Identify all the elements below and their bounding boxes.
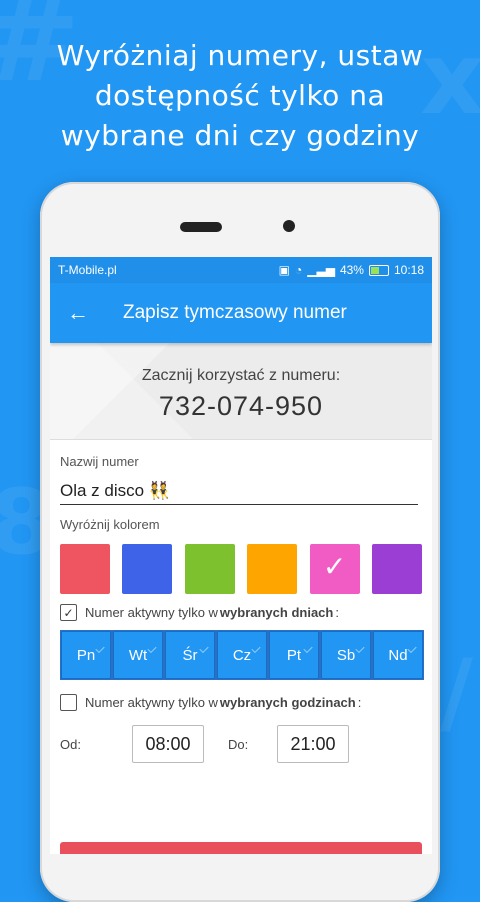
nfc-icon: ▣ [278, 263, 290, 277]
color-swatch-4[interactable] [247, 544, 298, 594]
color-picker [60, 544, 422, 594]
wifi-icon: ◔ [295, 263, 303, 277]
promo-headline: Wyróżniaj numery, ustaw dostępność tylko… [0, 36, 480, 156]
day-toggle-4[interactable]: Cz [217, 631, 267, 679]
color-swatch-3[interactable] [184, 544, 235, 594]
day-toggle-2[interactable]: Wt [113, 631, 163, 679]
to-time-input[interactable]: 21:00 [277, 725, 349, 763]
battery-percent: 43% [339, 263, 364, 277]
day-toggle-3[interactable]: Śr [165, 631, 215, 679]
days-checkbox-suffix: : [335, 605, 339, 620]
color-swatch-5[interactable] [309, 544, 360, 594]
color-swatch-6[interactable] [371, 544, 422, 594]
days-checkbox-text: Numer aktywny tylko w [85, 605, 218, 620]
arrow-left-icon[interactable]: ← [50, 300, 106, 326]
app-screen: T-Mobile.pl ▣ ◔ ▁▃▅ 43% 10:18 ← Zapisz t… [50, 257, 432, 854]
save-button[interactable] [60, 842, 422, 854]
days-checkbox-row[interactable]: ✓ Numer aktywny tylko w wybranych dniach… [60, 604, 418, 621]
app-bar: ← Zapisz tymczasowy numer [50, 283, 432, 343]
phone-number: 732-074-950 [158, 391, 324, 421]
phone-camera [283, 220, 295, 232]
hours-checkbox[interactable] [60, 694, 77, 711]
name-input[interactable]: Ola z disco 👯 [60, 481, 418, 505]
day-toggle-6[interactable]: Sb [321, 631, 371, 679]
hours-checkbox-text: Numer aktywny tylko w [85, 695, 218, 710]
number-label: Zacznij korzystać z numeru: [141, 367, 341, 384]
carrier-name: T-Mobile.pl [58, 263, 117, 277]
from-label: Od: [60, 736, 81, 752]
day-toggle-1[interactable]: Pn [61, 631, 111, 679]
color-swatch-1[interactable] [60, 544, 110, 594]
time-range: Od: 08:00 Do: 21:00 [60, 725, 418, 763]
hours-checkbox-suffix: : [357, 695, 362, 710]
headline-line-2: dostępność tylko na [94, 79, 386, 112]
day-toggle-7[interactable]: Nd [373, 631, 423, 679]
status-bar: T-Mobile.pl ▣ ◔ ▁▃▅ 43% 10:18 [50, 257, 432, 283]
name-label: Nazwij numer [60, 454, 139, 469]
days-checkbox[interactable]: ✓ [60, 604, 77, 621]
color-label: Wyróżnij kolorem [60, 517, 160, 532]
page-title: Zapisz tymczasowy numer [123, 302, 347, 323]
headline-line-1: Wyróżniaj numery, ustaw [56, 39, 424, 72]
hours-checkbox-row[interactable]: Numer aktywny tylko w wybranych godzinac… [60, 694, 418, 711]
day-toggle-5[interactable]: Pt [269, 631, 319, 679]
clock: 10:18 [393, 263, 424, 277]
headline-line-3: wybrane dni czy godziny [60, 119, 420, 152]
phone-speaker [180, 222, 222, 232]
days-checkbox-bold: wybranych dniach [219, 605, 334, 620]
number-form: Nazwij numer Ola z disco 👯 Wyróżnij kolo… [50, 454, 432, 763]
signal-icon: ▁▃▅ [307, 263, 335, 277]
day-selector: Pn Wt Śr Cz Pt Sb Nd [60, 630, 424, 680]
to-label: Do: [228, 736, 249, 752]
battery-icon [368, 264, 389, 276]
background-decoration: / [440, 640, 473, 745]
number-header: Zacznij korzystać z numeru: 732-074-950 [50, 343, 432, 440]
hours-checkbox-bold: wybranych godzinach [219, 695, 356, 710]
color-swatch-2[interactable] [122, 544, 173, 594]
from-time-input[interactable]: 08:00 [132, 725, 204, 763]
